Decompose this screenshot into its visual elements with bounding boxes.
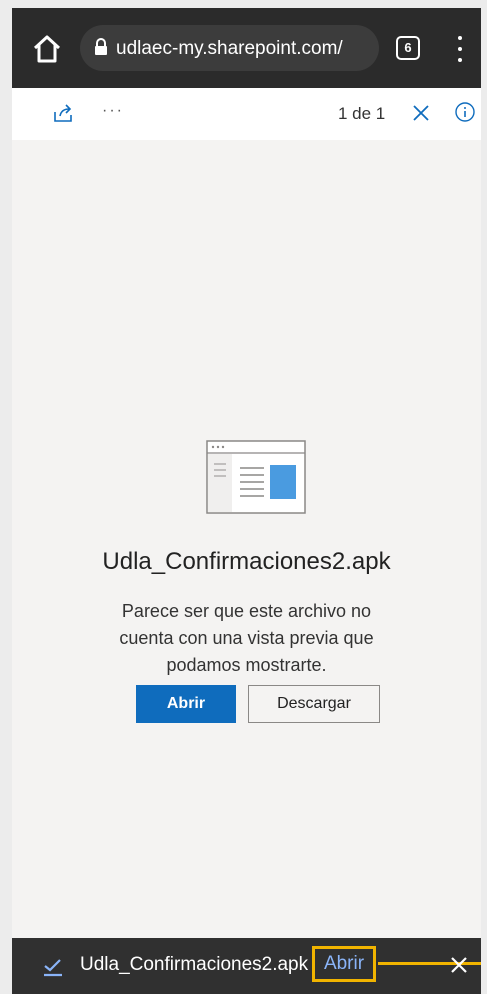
download-open-link[interactable]: Abrir xyxy=(312,946,376,982)
viewer-toolbar: ··· 1 de 1 xyxy=(12,88,481,140)
address-bar[interactable]: udlaec-my.sharepoint.com/ xyxy=(80,25,379,71)
downloaded-file-name: Udla_Confirmaciones2.apk xyxy=(80,954,309,975)
url-text: udlaec-my.sharepoint.com/ xyxy=(116,38,343,59)
no-preview-message: Parece ser que este archivo no cuenta co… xyxy=(119,601,374,675)
file-preview-icon xyxy=(206,440,306,514)
phone-screen: udlaec-my.sharepoint.com/ 6 ··· 1 de 1 U… xyxy=(12,8,481,994)
tab-switcher-button[interactable]: 6 xyxy=(396,36,420,60)
share-icon[interactable] xyxy=(52,102,74,124)
dismiss-icon[interactable] xyxy=(450,956,468,974)
download-notification-bar: Udla_Confirmaciones2.apk Abrir xyxy=(12,938,481,994)
open-button[interactable]: Abrir xyxy=(136,685,236,723)
frame-top xyxy=(0,0,487,8)
home-icon[interactable] xyxy=(30,32,64,66)
browser-toolbar: udlaec-my.sharepoint.com/ 6 xyxy=(12,8,481,88)
preview-area: Udla_Confirmaciones2.apk Parece ser que … xyxy=(12,140,481,938)
download-complete-icon xyxy=(42,955,64,977)
info-icon[interactable] xyxy=(454,101,476,123)
frame-right xyxy=(481,0,487,994)
frame-left xyxy=(0,0,12,994)
download-button[interactable]: Descargar xyxy=(248,685,380,723)
browser-menu-icon[interactable] xyxy=(452,34,468,64)
page-counter: 1 de 1 xyxy=(338,104,386,123)
more-options-icon[interactable]: ··· xyxy=(102,102,124,120)
lock-icon xyxy=(94,38,108,56)
file-name-title: Udla_Confirmaciones2.apk xyxy=(102,548,391,575)
close-icon[interactable] xyxy=(410,102,432,124)
